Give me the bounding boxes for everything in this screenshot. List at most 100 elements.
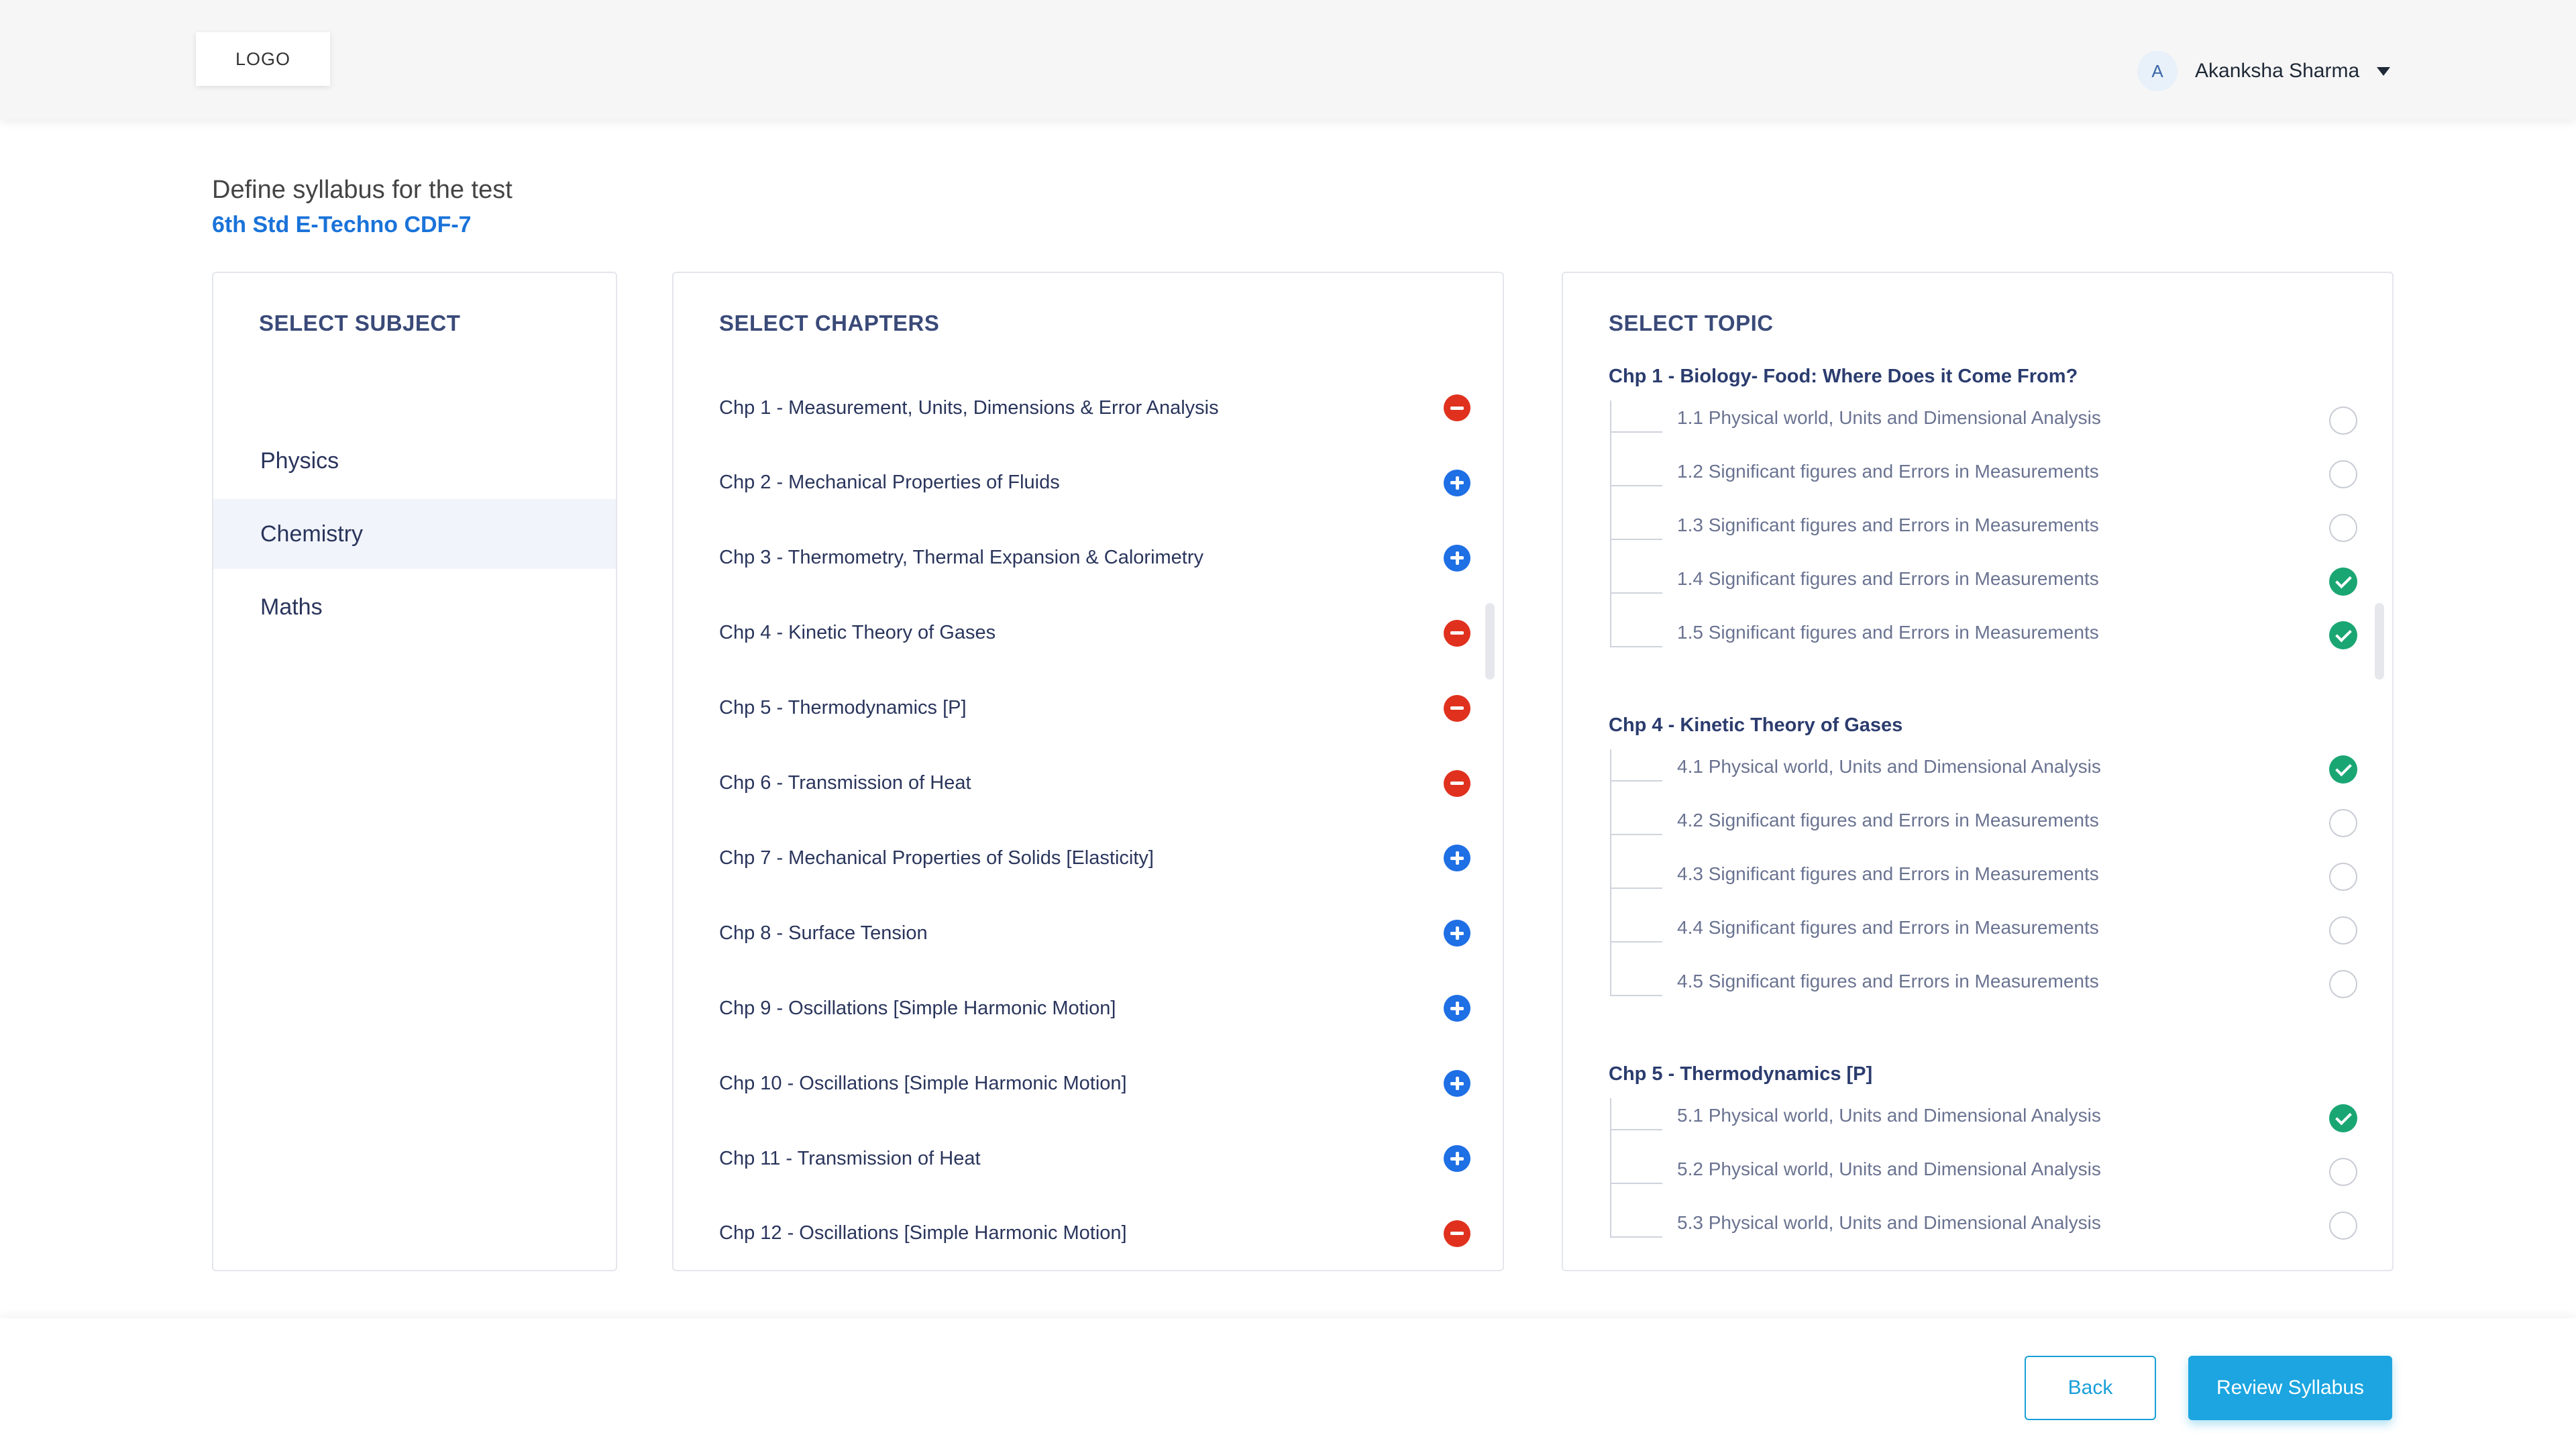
subject-item-maths[interactable]: Maths <box>213 572 616 642</box>
checked-circle-icon[interactable] <box>2329 755 2357 784</box>
chapter-row[interactable]: Chp 10 - Oscillations [Simple Harmonic M… <box>719 1063 1470 1104</box>
empty-circle-checkbox[interactable] <box>2329 916 2357 945</box>
chevron-down-icon[interactable] <box>2377 66 2391 76</box>
icon-bar <box>1455 1077 1459 1091</box>
topic-row[interactable]: 4.4 Significant figures and Errors in Me… <box>1610 904 2357 957</box>
top-header: LOGO A Akanksha Sharma <box>0 0 2576 119</box>
chapter-row[interactable]: Chp 2 - Mechanical Properties of Fluids <box>719 463 1470 503</box>
chapter-label: Chp 4 - Kinetic Theory of Gases <box>719 622 996 644</box>
chapter-label: Chp 11 - Transmission of Heat <box>719 1147 981 1169</box>
user-name[interactable]: Akanksha Sharma <box>2195 60 2359 83</box>
empty-circle-checkbox[interactable] <box>2329 514 2357 542</box>
remove-icon[interactable] <box>1444 1220 1470 1247</box>
chapter-label: Chp 5 - Thermodynamics [P] <box>719 697 967 719</box>
add-icon[interactable] <box>1444 995 1470 1022</box>
topic-scrollbar[interactable] <box>2375 603 2384 680</box>
empty-circle-checkbox[interactable] <box>2329 1212 2357 1240</box>
tree-branch <box>1610 646 1662 647</box>
chapter-label: Chp 9 - Oscillations [Simple Harmonic Mo… <box>719 997 1116 1019</box>
add-icon[interactable] <box>1444 1145 1470 1172</box>
chapter-row[interactable]: Chp 9 - Oscillations [Simple Harmonic Mo… <box>719 988 1470 1028</box>
remove-icon[interactable] <box>1444 619 1470 647</box>
subject-item-chemistry[interactable]: Chemistry <box>213 499 616 569</box>
topic-row[interactable]: 1.3 Significant figures and Errors in Me… <box>1610 501 2357 555</box>
topic-chapter-heading: Chp 5 - Thermodynamics [P] <box>1609 1063 1873 1085</box>
user-menu[interactable]: A Akanksha Sharma <box>2137 51 2391 91</box>
empty-circle-checkbox[interactable] <box>2329 460 2357 488</box>
tree-branch <box>1610 485 1662 486</box>
tree-branch <box>1610 780 1662 782</box>
topic-label: 4.2 Significant figures and Errors in Me… <box>1677 810 2099 830</box>
logo[interactable]: LOGO <box>196 32 330 86</box>
topic-row[interactable]: 1.2 Significant figures and Errors in Me… <box>1610 447 2357 501</box>
icon-bar <box>1450 631 1464 635</box>
topic-row[interactable]: 4.3 Significant figures and Errors in Me… <box>1610 850 2357 904</box>
empty-circle-checkbox[interactable] <box>2329 407 2357 435</box>
subject-label: Maths <box>260 594 323 620</box>
topic-row[interactable]: 5.1 Physical world, Units and Dimensiona… <box>1610 1091 2357 1145</box>
topic-label: 1.3 Significant figures and Errors in Me… <box>1677 515 2099 535</box>
tree-branch <box>1610 1129 1662 1130</box>
tree-branch <box>1610 539 1662 540</box>
tree-branch <box>1610 834 1662 835</box>
icon-bar <box>1455 1152 1459 1165</box>
icon-bar <box>1450 406 1464 410</box>
add-icon[interactable] <box>1444 1070 1470 1097</box>
topic-row[interactable]: 1.5 Significant figures and Errors in Me… <box>1610 608 2357 662</box>
tree-branch <box>1610 1183 1662 1184</box>
chapter-row[interactable]: Chp 4 - Kinetic Theory of Gases <box>719 613 1470 653</box>
add-icon[interactable] <box>1444 920 1470 947</box>
chapter-panel-title: SELECT CHAPTERS <box>719 311 940 335</box>
add-icon[interactable] <box>1444 544 1470 572</box>
chapter-label: Chp 3 - Thermometry, Thermal Expansion &… <box>719 547 1204 569</box>
chapter-label: Chp 7 - Mechanical Properties of Solids … <box>719 847 1154 869</box>
add-icon[interactable] <box>1444 469 1470 496</box>
topic-row[interactable]: 1.1 Physical world, Units and Dimensiona… <box>1610 394 2357 447</box>
topic-chapter-heading: Chp 4 - Kinetic Theory of Gases <box>1609 714 1903 736</box>
chapter-scrollbar[interactable] <box>1485 603 1495 680</box>
chapter-row[interactable]: Chp 1 - Measurement, Units, Dimensions &… <box>719 388 1470 428</box>
icon-bar <box>1455 551 1459 565</box>
chapter-label: Chp 1 - Measurement, Units, Dimensions &… <box>719 396 1219 419</box>
tree-branch <box>1610 888 1662 889</box>
chapter-label: Chp 8 - Surface Tension <box>719 922 928 944</box>
empty-circle-checkbox[interactable] <box>2329 1158 2357 1186</box>
avatar[interactable]: A <box>2137 51 2178 91</box>
remove-icon[interactable] <box>1444 394 1470 421</box>
chapter-row[interactable]: Chp 3 - Thermometry, Thermal Expansion &… <box>719 538 1470 578</box>
topic-row[interactable]: 1.4 Significant figures and Errors in Me… <box>1610 555 2357 608</box>
empty-circle-checkbox[interactable] <box>2329 809 2357 837</box>
subject-item-physics[interactable]: Physics <box>213 426 616 496</box>
chapter-row[interactable]: Chp 5 - Thermodynamics [P] <box>719 688 1470 729</box>
back-button[interactable]: Back <box>2025 1356 2156 1420</box>
tree-branch <box>1610 1236 1662 1238</box>
remove-icon[interactable] <box>1444 769 1470 797</box>
checked-circle-icon[interactable] <box>2329 1104 2357 1132</box>
topic-label: 1.2 Significant figures and Errors in Me… <box>1677 461 2099 482</box>
topic-label: 1.5 Significant figures and Errors in Me… <box>1677 622 2099 643</box>
icon-bar <box>1455 926 1459 941</box>
chapter-row[interactable]: Chp 11 - Transmission of Heat <box>719 1138 1470 1179</box>
topic-row[interactable]: 5.3 Physical world, Units and Dimensiona… <box>1610 1199 2357 1252</box>
chapter-row[interactable]: Chp 8 - Surface Tension <box>719 913 1470 953</box>
chapter-label: Chp 12 - Oscillations [Simple Harmonic M… <box>719 1222 1127 1244</box>
chapter-row[interactable]: Chp 7 - Mechanical Properties of Solids … <box>719 838 1470 878</box>
chapter-row[interactable]: Chp 6 - Transmission of Heat <box>719 763 1470 804</box>
review-syllabus-button[interactable]: Review Syllabus <box>2188 1356 2392 1420</box>
checked-circle-icon[interactable] <box>2329 568 2357 596</box>
topic-row[interactable]: 4.2 Significant figures and Errors in Me… <box>1610 796 2357 850</box>
tree-branch <box>1610 995 1662 996</box>
topic-label: 4.4 Significant figures and Errors in Me… <box>1677 917 2099 938</box>
remove-icon[interactable] <box>1444 694 1470 722</box>
topic-label: 1.4 Significant figures and Errors in Me… <box>1677 568 2099 589</box>
empty-circle-checkbox[interactable] <box>2329 970 2357 998</box>
empty-circle-checkbox[interactable] <box>2329 863 2357 891</box>
chapter-row[interactable]: Chp 12 - Oscillations [Simple Harmonic M… <box>719 1214 1470 1254</box>
icon-bar <box>1450 1232 1464 1236</box>
topic-row[interactable]: 5.2 Physical world, Units and Dimensiona… <box>1610 1145 2357 1199</box>
checked-circle-icon[interactable] <box>2329 621 2357 649</box>
tree-branch <box>1610 941 1662 943</box>
topic-row[interactable]: 4.5 Significant figures and Errors in Me… <box>1610 957 2357 1011</box>
add-icon[interactable] <box>1444 845 1470 872</box>
topic-row[interactable]: 4.1 Physical world, Units and Dimensiona… <box>1610 743 2357 796</box>
